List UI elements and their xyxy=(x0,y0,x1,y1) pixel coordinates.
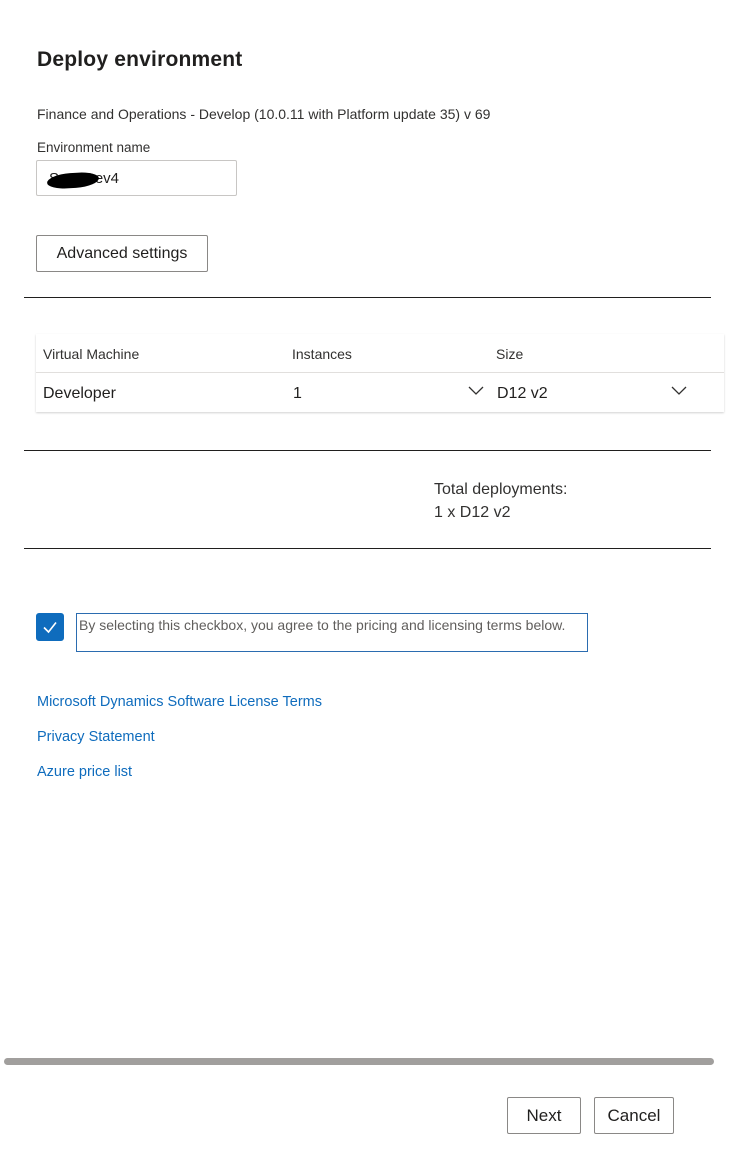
column-header-instances: Instances xyxy=(292,346,352,362)
column-header-virtual-machine: Virtual Machine xyxy=(43,346,140,362)
checkmark-icon xyxy=(43,622,57,634)
terms-checkbox[interactable] xyxy=(36,613,64,641)
panel-title: Deploy environment xyxy=(37,48,243,71)
vm-table: Virtual Machine Instances Size Developer… xyxy=(36,334,724,412)
table-header: Virtual Machine Instances Size xyxy=(36,334,724,373)
divider xyxy=(24,450,711,451)
environment-name-label: Environment name xyxy=(37,140,151,155)
divider xyxy=(24,548,711,549)
terms-checkbox-label[interactable]: By selecting this checkbox, you agree to… xyxy=(76,613,588,652)
vm-name-cell: Developer xyxy=(43,385,116,402)
instances-chevron-down-icon[interactable] xyxy=(467,382,485,400)
total-deployments-label: Total deployments: xyxy=(434,481,568,498)
license-terms-link[interactable]: Microsoft Dynamics Software License Term… xyxy=(37,694,322,710)
environment-version-text: Finance and Operations - Develop (10.0.1… xyxy=(37,106,491,122)
next-button[interactable]: Next xyxy=(507,1097,581,1134)
cancel-button[interactable]: Cancel xyxy=(594,1097,674,1134)
size-chevron-down-icon[interactable] xyxy=(670,382,688,400)
advanced-settings-button[interactable]: Advanced settings xyxy=(36,235,208,272)
horizontal-scrollbar[interactable] xyxy=(4,1058,714,1065)
size-value[interactable]: D12 v2 xyxy=(497,385,548,403)
total-deployments-value: 1 x D12 v2 xyxy=(434,504,511,521)
divider xyxy=(24,297,711,298)
column-header-size: Size xyxy=(496,346,524,362)
azure-price-list-link[interactable]: Azure price list xyxy=(37,764,132,780)
instances-value[interactable]: 1 xyxy=(293,385,302,403)
privacy-statement-link[interactable]: Privacy Statement xyxy=(37,729,155,745)
